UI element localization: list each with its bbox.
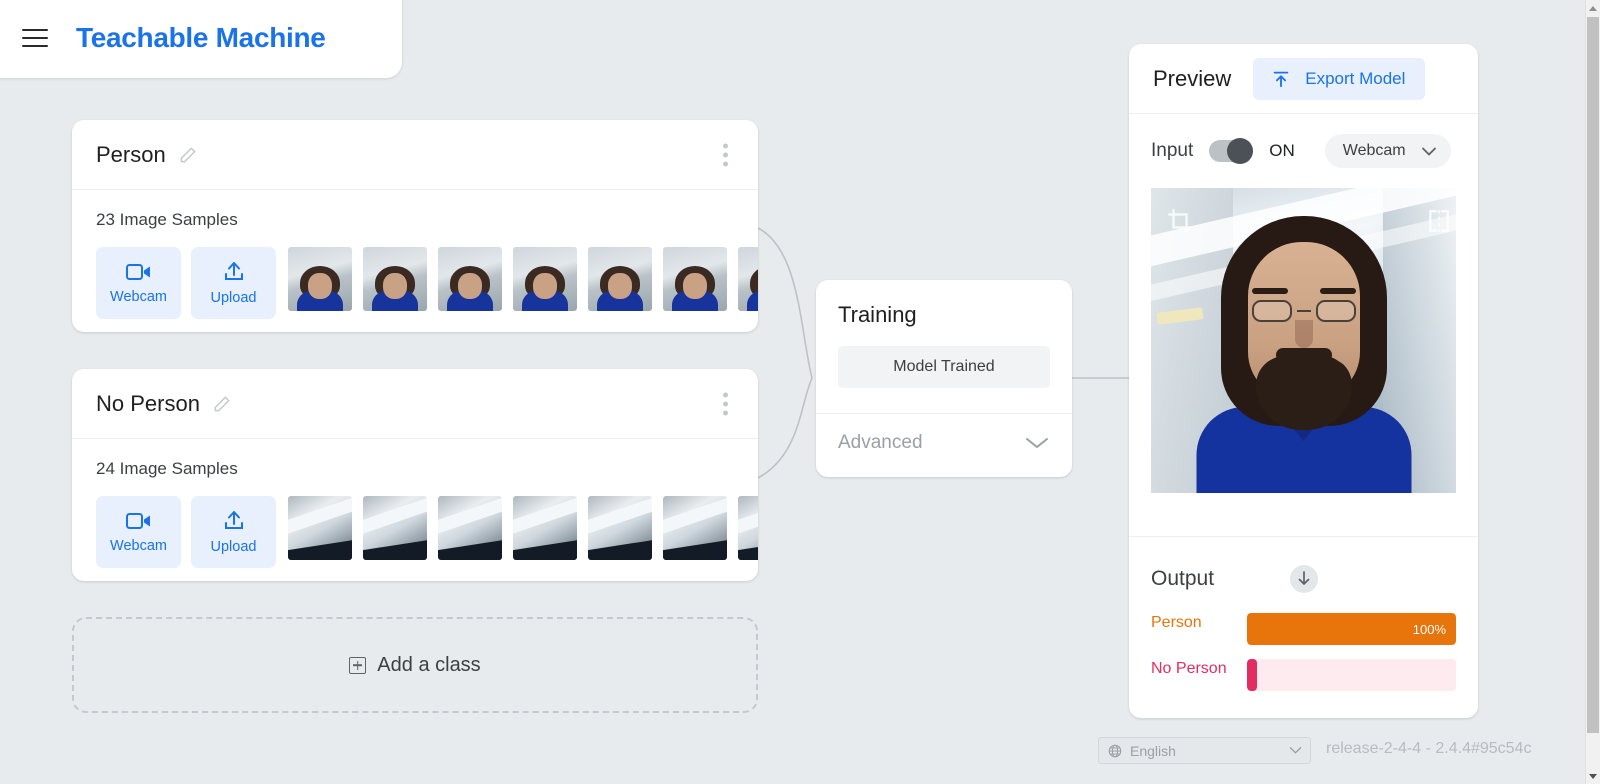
preview-header: Preview Export Model — [1129, 44, 1478, 114]
upload-arrow-icon — [222, 510, 246, 532]
class-card-person: Person 23 Image Samples Webcam — [72, 120, 758, 332]
version-label: release-2-4-4 - 2.4.4#95c54c — [1326, 740, 1531, 758]
plus-square-icon — [349, 657, 366, 674]
add-class-button[interactable]: Add a class — [72, 617, 758, 713]
sample-thumbnail[interactable] — [513, 496, 577, 560]
input-source-row: Input ON Webcam — [1129, 114, 1478, 188]
language-select[interactable]: English — [1098, 737, 1311, 764]
scrollbar-thumb[interactable] — [1587, 17, 1599, 733]
sample-thumbnail[interactable] — [663, 247, 727, 311]
class-options-menu[interactable] — [719, 139, 732, 170]
sample-thumbnail[interactable] — [288, 496, 352, 560]
upload-button-no-person[interactable]: Upload — [191, 496, 276, 568]
crop-icon[interactable] — [1167, 208, 1193, 234]
upload-arrow-icon — [222, 261, 246, 283]
input-source-value: Webcam — [1343, 142, 1406, 160]
sample-thumbnail[interactable] — [288, 247, 352, 311]
train-model-button[interactable]: Model Trained — [838, 346, 1050, 388]
sample-thumbnail[interactable] — [363, 496, 427, 560]
class-name-label: No Person — [96, 391, 200, 417]
prediction-row-person: Person 100% — [1151, 613, 1456, 645]
sample-thumbnail[interactable] — [588, 247, 652, 311]
video-camera-icon — [126, 511, 152, 531]
class-card-body: 23 Image Samples Webcam Upload — [72, 190, 758, 332]
sample-thumbnail[interactable] — [513, 247, 577, 311]
page-scrollbar[interactable] — [1585, 0, 1600, 784]
advanced-toggle-row[interactable]: Advanced — [816, 414, 1072, 472]
sample-thumbnail[interactable] — [588, 496, 652, 560]
class-name-label: Person — [96, 142, 166, 168]
upload-button-label: Upload — [211, 539, 257, 555]
globe-icon — [1108, 744, 1122, 758]
flip-horizontal-icon[interactable] — [1426, 208, 1452, 234]
sample-thumbnail-strip-no-person[interactable] — [288, 496, 758, 560]
export-model-label: Export Model — [1305, 69, 1405, 89]
app-canvas: Teachable Machine Person 23 Image Sample… — [0, 0, 1600, 784]
chevron-down-icon — [1024, 435, 1050, 451]
prediction-bar-track — [1247, 659, 1456, 691]
upload-button-label: Upload — [211, 290, 257, 306]
output-section: Output Person 100% No Person — [1129, 537, 1478, 705]
add-class-label: Add a class — [377, 654, 480, 677]
training-panel: Training Model Trained Advanced — [816, 280, 1072, 477]
sample-count-label: 24 Image Samples — [96, 459, 758, 479]
app-header: Teachable Machine — [0, 0, 402, 78]
video-camera-icon — [126, 262, 152, 282]
sample-thumbnail[interactable] — [738, 496, 758, 560]
webcam-button-no-person[interactable]: Webcam — [96, 496, 181, 568]
page-title: Teachable Machine — [76, 22, 326, 54]
preview-panel: Preview Export Model Input ON Webcam — [1129, 44, 1478, 718]
class-card-header: Person — [72, 120, 758, 190]
prediction-bar-track: 100% — [1247, 613, 1456, 645]
hamburger-menu-icon[interactable] — [22, 29, 48, 47]
prediction-bar-fill: 100% — [1247, 613, 1456, 645]
sample-thumbnail-strip-person[interactable] — [288, 247, 758, 311]
sample-thumbnail[interactable] — [663, 496, 727, 560]
scroll-down-arrow[interactable] — [1586, 768, 1600, 784]
input-source-select[interactable]: Webcam — [1325, 134, 1451, 168]
prediction-row-no-person: No Person — [1151, 659, 1456, 691]
upload-button-person[interactable]: Upload — [191, 247, 276, 319]
prediction-bar-fill — [1247, 659, 1257, 691]
input-toggle-state: ON — [1269, 141, 1295, 161]
pencil-icon[interactable] — [212, 394, 232, 414]
webcam-button-label: Webcam — [110, 289, 167, 305]
training-title: Training — [816, 280, 1072, 328]
language-value: English — [1130, 743, 1176, 759]
webcam-preview[interactable] — [1151, 188, 1456, 493]
sample-source-row: Webcam Upload — [96, 496, 758, 581]
webcam-button-label: Webcam — [110, 538, 167, 554]
sample-count-label: 23 Image Samples — [96, 210, 758, 230]
chevron-down-icon — [1289, 746, 1302, 755]
sample-thumbnail[interactable] — [363, 247, 427, 311]
class-card-header: No Person — [72, 369, 758, 439]
input-label: Input — [1151, 140, 1193, 162]
export-model-button[interactable]: Export Model — [1253, 58, 1425, 100]
class-card-no-person: No Person 24 Image Samples Webcam — [72, 369, 758, 581]
prediction-label: No Person — [1151, 659, 1229, 679]
prediction-label: Person — [1151, 613, 1229, 633]
sample-thumbnail[interactable] — [738, 247, 758, 311]
upload-cloud-icon — [1271, 69, 1291, 89]
sample-thumbnail[interactable] — [438, 496, 502, 560]
arrow-down-icon — [1290, 565, 1318, 593]
class-card-body: 24 Image Samples Webcam Upload — [72, 439, 758, 581]
scroll-up-arrow[interactable] — [1586, 0, 1600, 16]
sample-source-row: Webcam Upload — [96, 247, 758, 332]
input-toggle-switch[interactable] — [1209, 140, 1253, 162]
webcam-video-feed — [1151, 188, 1456, 493]
advanced-label: Advanced — [838, 432, 923, 454]
sample-thumbnail[interactable] — [438, 247, 502, 311]
pencil-icon[interactable] — [178, 145, 198, 165]
class-options-menu[interactable] — [719, 388, 732, 419]
prediction-percent: 100% — [1413, 622, 1446, 637]
chevron-down-icon — [1421, 146, 1437, 157]
preview-title: Preview — [1153, 66, 1231, 92]
webcam-button-person[interactable]: Webcam — [96, 247, 181, 319]
